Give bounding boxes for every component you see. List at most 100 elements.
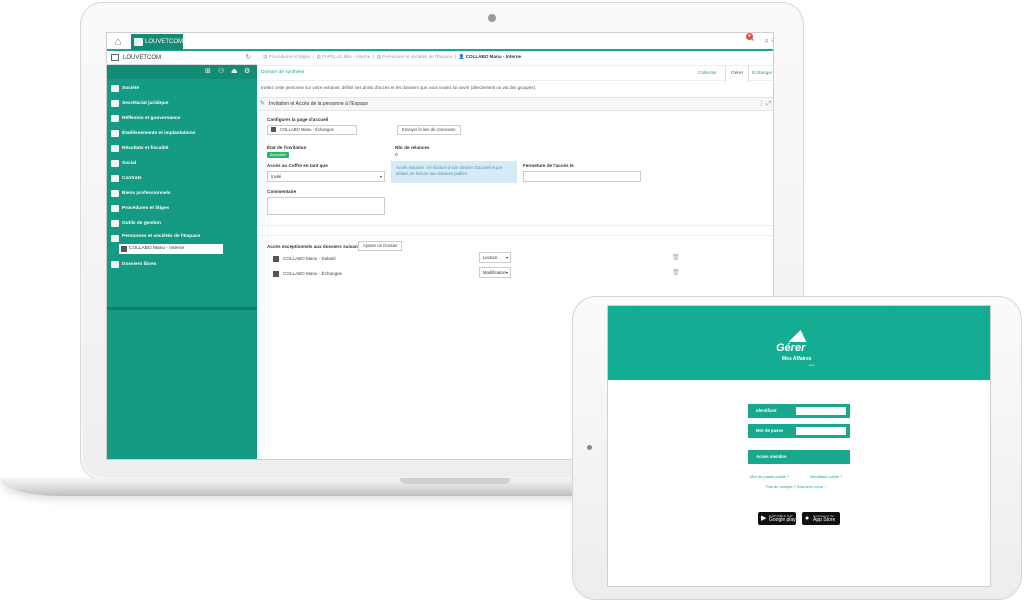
add-folder-button[interactable]: Ajouter un Dossier (358, 241, 403, 251)
chevron-down-icon: ▾ (505, 270, 508, 275)
password-field-row: Mot de passe (748, 424, 850, 438)
sidebar-item-label: Dossiers libres (122, 262, 157, 267)
sidebar-item-biens[interactable]: Biens professionnels (107, 186, 257, 201)
sidebar-item-resultats[interactable]: Résultats et fiscalité (107, 141, 257, 156)
sidebar-item-contrats[interactable]: Contrats (107, 171, 257, 186)
home-icon[interactable]: ⌂ (111, 35, 125, 49)
sidebar-item-personnes[interactable]: Personnes et sociétés de l'Espace (107, 231, 257, 243)
password-label: Mot de passe (756, 428, 784, 433)
forgot-password-link[interactable]: Mot de passe oublié ? (750, 474, 789, 479)
menu-icon[interactable]: ≡ (771, 36, 773, 45)
sidebar-subitem-label: COLLABO Manu - Interne (129, 246, 185, 251)
tab-echanger[interactable]: Échanger (747, 66, 773, 82)
laptop-notch (400, 478, 510, 484)
sidebar-item-etablissements[interactable]: Établissements et implantations (107, 126, 257, 141)
folder-icon (111, 205, 119, 212)
sidebar-item-procedures[interactable]: Procédures et litiges (107, 201, 257, 216)
exception-row: COLLABO Manu - Salarié (273, 256, 336, 262)
login-input[interactable] (796, 407, 846, 415)
app-store-badge[interactable]: ● Download on the App Store (802, 512, 840, 525)
send-link-button[interactable]: Envoyer le lien de connexion (397, 125, 461, 135)
gear-icon[interactable]: ⚙ (244, 67, 250, 75)
sidebar-item-societe[interactable]: Société (107, 81, 257, 96)
sidebar-item-dossiers-libres[interactable]: Dossiers libres (107, 257, 257, 272)
sidebar-item-secretariat[interactable]: Secrétariat juridique (107, 96, 257, 111)
reminders-label: Nbr de relances (395, 145, 430, 150)
folder-icon (111, 175, 119, 182)
comment-textarea[interactable] (267, 197, 385, 215)
panel-title: Invitation et Accès de la personne à l'E… (269, 101, 369, 107)
eject-icon[interactable]: ⏏ (231, 67, 238, 75)
tab-gerer[interactable]: Gérer (725, 66, 750, 82)
tablet-screen: Gérer Mes Affaires .com Identifiant Mot … (607, 305, 991, 587)
folder-icon (271, 127, 276, 132)
app-tab-label: LOUVETCOM (145, 39, 184, 45)
sidebar-toolbar: ⊞ ⚇ ⏏ ⚙ (107, 65, 257, 79)
search-icon[interactable]: ⌕ (765, 36, 769, 46)
forgot-login-link[interactable]: Identifiant oublié ? (810, 474, 842, 479)
vault-role-select[interactable]: Invité ▾ (267, 171, 385, 182)
user-icon: 👤 (458, 54, 465, 59)
breadcrumb-item[interactable]: Procédures et litiges (269, 54, 311, 59)
trash-icon[interactable]: 🗑 (672, 269, 680, 276)
sidebar-item-label: Résultats et fiscalité (122, 146, 169, 151)
breadcrumb-item[interactable]: Personnes et sociétés de l'Espace (382, 54, 452, 59)
google-play-text: Google play (769, 517, 796, 523)
panel-icon (111, 54, 119, 61)
close-date-label: Fermeture de l'accès le (523, 163, 574, 168)
bell-icon[interactable]: ◔ (749, 35, 759, 47)
folder-icon (111, 115, 119, 122)
subnav: Dossier de synthèse Collecter Gérer Écha… (257, 65, 773, 82)
invite-icon: ✎ (260, 101, 266, 107)
tablet-header: Gérer Mes Affaires .com (608, 306, 990, 380)
tablet-home-button (587, 445, 592, 450)
sidebar-item-reflexion[interactable]: Réflexion et gouvernance (107, 111, 257, 126)
sidebar-item-social[interactable]: Social (107, 156, 257, 171)
sidebar-divider (107, 307, 257, 310)
sidebar-item-label: Social (122, 161, 137, 166)
sidebar-item-label: Biens professionnels (122, 191, 171, 196)
summary-link[interactable]: Dossier de synthèse (261, 70, 304, 75)
access-info-box: Accès extranet : en écriture à son dossi… (391, 161, 517, 183)
app-store-text: App Store (813, 517, 836, 523)
folder-icon (273, 271, 279, 277)
refresh-icon[interactable]: ↻ (245, 51, 251, 65)
users-icon[interactable]: ⚇ (218, 67, 224, 75)
breadcrumb-item[interactable]: PAPELLE Milo - Interne (322, 54, 370, 59)
sidebar-item-label: Procédures et litiges (122, 206, 170, 211)
logo-suffix: .com (808, 363, 815, 367)
login-button[interactable]: Accès membre (748, 450, 850, 464)
sidebar-subitem-selected[interactable]: COLLABO Manu - Interne (119, 244, 223, 254)
exception-access-select[interactable]: Modification ▾ (479, 267, 511, 278)
sidebar-item-outils[interactable]: Outils de gestion (107, 216, 257, 231)
sidebar-item-label: Établissements et implantations (122, 131, 196, 136)
login-field-row: Identifiant (748, 404, 850, 418)
panel-actions-icon[interactable]: ⋮ ⤢ (759, 100, 771, 108)
folder-icon (111, 130, 119, 137)
signup-link[interactable]: Pas de compte ? Inscrivez-vous... (766, 484, 826, 489)
home-page-value: COLLABO Manu - Échanges (280, 127, 334, 132)
close-date-input[interactable] (523, 171, 641, 182)
sidebar-item-label: Société (122, 86, 140, 91)
home-page-selector[interactable]: COLLABO Manu - Échanges (267, 125, 357, 135)
user-folder-icon (121, 246, 127, 252)
folder-icon (111, 261, 119, 268)
tab-collecter[interactable]: Collecter (693, 66, 722, 82)
exception-access-select[interactable]: Lecture ▾ (479, 252, 511, 263)
home-page-label: Configurer la page d'accueil (267, 117, 329, 122)
folder-icon (111, 220, 119, 227)
folder-icon (111, 190, 119, 197)
vault-label: Accès au Coffre en tant que (267, 163, 328, 168)
trash-icon[interactable]: 🗑 (672, 254, 680, 261)
sidebar-item-label: Contrats (122, 176, 142, 181)
divider (257, 225, 773, 226)
sidebar-item-label: Personnes et sociétés de l'Espace (122, 234, 201, 239)
camera-dot (488, 14, 496, 22)
google-play-badge[interactable]: ▶ DISPONIBLE SUR Google play (758, 512, 796, 525)
app-tab[interactable]: LOUVETCOM (131, 34, 183, 50)
google-play-icon: ▶ (761, 515, 767, 522)
new-folder-icon[interactable]: ⊞ (205, 67, 211, 75)
exception-access-value: Lecture (483, 255, 498, 260)
password-input[interactable] (796, 427, 846, 435)
tablet-frame: Gérer Mes Affaires .com Identifiant Mot … (572, 296, 1022, 600)
